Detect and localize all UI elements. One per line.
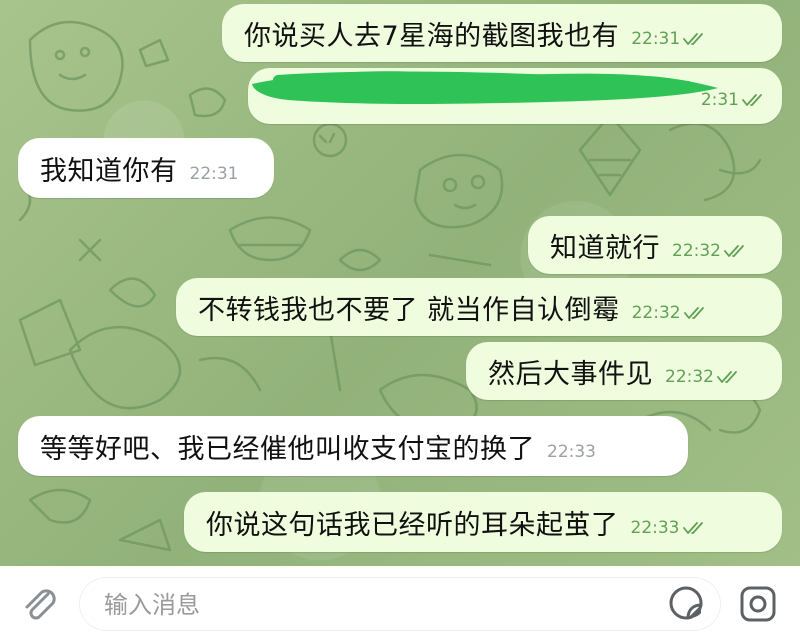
- message-time: 22:32: [672, 241, 721, 261]
- message-bubble-outgoing[interactable]: 你说这句话我已经听的耳朵起茧了 22:33: [184, 492, 782, 552]
- paperclip-icon[interactable]: [18, 582, 62, 626]
- double-check-icon: [724, 245, 744, 257]
- message-input[interactable]: [102, 586, 646, 624]
- camera-icon[interactable]: [736, 582, 780, 626]
- message-bubble-incoming[interactable]: 等等好吧、我已经催他叫收支付宝的换了 22:33: [18, 416, 688, 476]
- message-time: 22:32: [665, 367, 714, 387]
- message-bubble-outgoing-redacted[interactable]: 2:31: [248, 68, 782, 124]
- message-meta: 22:32: [665, 367, 743, 387]
- double-check-icon: [717, 371, 737, 383]
- double-check-icon: [683, 307, 704, 319]
- message-time: 2:31: [700, 90, 739, 110]
- message-meta: 22:32: [672, 241, 750, 261]
- message-time: 22:31: [189, 164, 239, 184]
- double-check-icon: [683, 33, 704, 45]
- sticker-icon[interactable]: [666, 583, 706, 623]
- message-meta: 22:32: [632, 303, 710, 323]
- message-meta: 22:33: [547, 442, 596, 462]
- message-text: 等等好吧、我已经催他叫收支付宝的换了: [40, 433, 535, 465]
- message-meta: 22:33: [631, 518, 709, 538]
- message-bubble-outgoing[interactable]: 你说买人去7星海的截图我也有 22:31: [222, 4, 782, 62]
- message-time: 22:31: [631, 29, 681, 49]
- message-text: 不转钱我也不要了 就当作自认倒霉: [198, 294, 620, 326]
- message-time: 22:33: [630, 518, 680, 538]
- message-time: 22:33: [547, 442, 596, 462]
- message-text: 我知道你有: [40, 155, 178, 187]
- message-meta: 22:31: [190, 164, 239, 184]
- message-bubble-outgoing[interactable]: 不转钱我也不要了 就当作自认倒霉 22:32: [176, 278, 782, 336]
- message-text: 然后大事件见: [488, 358, 653, 390]
- chat-screen: 你说买人去7星海的截图我也有 22:31 2:31 我知道你有 22:31 知道…: [0, 0, 800, 641]
- message-bubble-incoming[interactable]: 我知道你有 22:31: [18, 138, 274, 198]
- message-time: 22:32: [631, 303, 681, 323]
- message-composer-bar: [0, 566, 800, 641]
- message-text: 你说买人去7星海的截图我也有: [244, 20, 620, 52]
- message-bubble-outgoing[interactable]: 知道就行 22:32: [528, 216, 782, 274]
- message-meta: 2:31: [701, 90, 768, 110]
- message-text: 你说这句话我已经听的耳朵起茧了: [206, 509, 619, 541]
- double-check-icon: [742, 94, 762, 106]
- message-text: 知道就行: [550, 232, 660, 264]
- double-check-icon: [682, 522, 703, 534]
- message-input-wrapper[interactable]: [80, 578, 720, 630]
- message-bubble-outgoing[interactable]: 然后大事件见 22:32: [466, 342, 782, 400]
- message-meta: 22:31: [631, 29, 709, 49]
